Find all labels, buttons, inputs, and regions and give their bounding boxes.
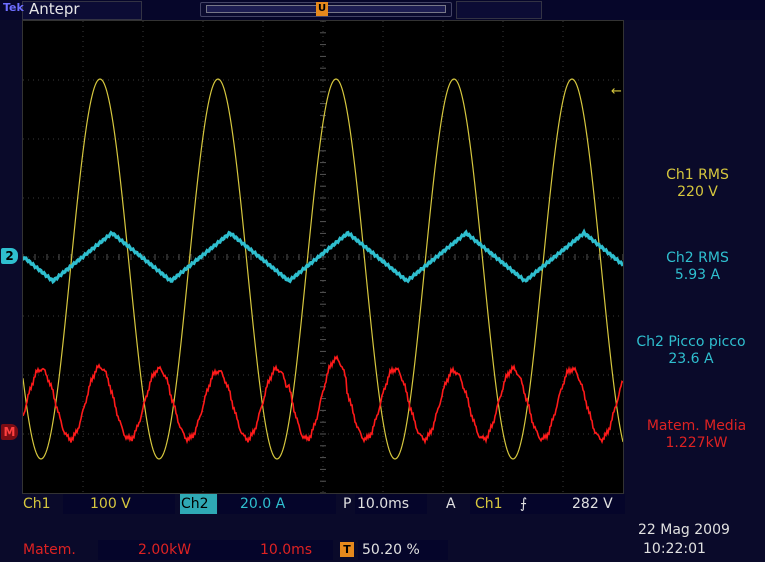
math-scale[interactable]: 2.00kW [138, 540, 191, 560]
ch2-rms-measurement: Ch2 RMS 5.93 A [630, 250, 765, 284]
ch1-rms-label: Ch1 RMS [666, 167, 729, 183]
ch2-rms-label: Ch2 RMS [666, 250, 729, 266]
math-waveform [23, 354, 623, 445]
trigger-level-arrow-icon[interactable]: ← [611, 84, 622, 99]
waveform-display[interactable] [22, 20, 624, 494]
ch2-scale[interactable]: 20.0 A [240, 494, 285, 514]
brand-logo: Tek [3, 1, 24, 14]
ch2-pp-value: 23.6 A [668, 351, 714, 367]
timebase-value[interactable]: 10.0ms [357, 494, 409, 514]
math-ground-marker[interactable]: M [1, 424, 18, 440]
ch1-scale[interactable]: 100 V [90, 494, 131, 514]
trigger-mode-indicator: A [446, 496, 456, 512]
ch2-label[interactable]: Ch2 [181, 494, 209, 514]
math-mean-label: Matem. Media [646, 418, 747, 434]
waveform-canvas [23, 21, 623, 493]
date-display: 22 Mag 2009 [638, 522, 730, 538]
trigger-source[interactable]: Ch1 [475, 494, 503, 514]
ch1-rms-measurement: Ch1 RMS 220 V [630, 167, 765, 201]
acquisition-mode[interactable]: Antepr [29, 0, 80, 18]
ch2-pp-label: Ch2 Picco picco [636, 334, 746, 350]
acquire-indicator: P [343, 496, 352, 512]
trigger-position-icon: T [340, 542, 354, 557]
ch2-peak-to-peak-measurement: Ch2 Picco picco 23.6 A [617, 334, 765, 368]
math-mean-value: 1.227kW [665, 435, 728, 451]
math-timebase[interactable]: 10.0ms [260, 540, 312, 560]
trigger-level[interactable]: 282 V [572, 494, 613, 514]
channel-status-bar: Ch1 100 V Ch2 20.0 A P 10.0ms A Ch1 ⨍ 28… [0, 494, 765, 516]
ch1-label[interactable]: Ch1 [23, 494, 51, 514]
trigger-position-value[interactable]: 50.20 % [362, 540, 420, 560]
ch2-rms-value: 5.93 A [674, 267, 721, 283]
top-bar: Tek Antepr [0, 0, 765, 20]
math-mean-measurement: Matem. Media 1.227kW [628, 418, 765, 452]
top-right-frame [456, 1, 542, 19]
ch2-ground-marker[interactable]: 2 [1, 248, 18, 264]
rising-edge-icon[interactable]: ⨍ [520, 494, 527, 514]
math-label[interactable]: Matem. [23, 540, 76, 560]
ch1-rms-value: 220 V [677, 184, 718, 200]
clock-display: 10:22:01 [643, 541, 706, 557]
trigger-position-top-marker[interactable]: U [316, 2, 328, 16]
